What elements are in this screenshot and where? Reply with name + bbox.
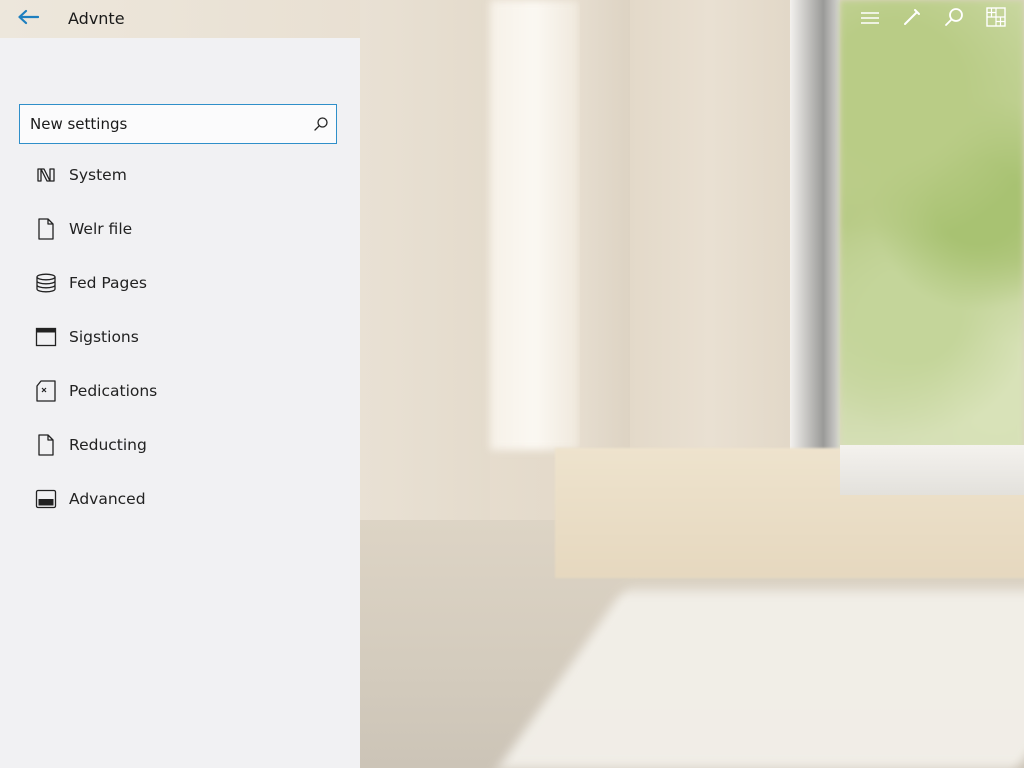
- window-icon: [34, 325, 58, 349]
- nav-item-label: Sigstions: [69, 328, 139, 346]
- system-icon: [34, 163, 58, 187]
- nav-item-system[interactable]: System: [0, 148, 360, 202]
- top-toolbar: [858, 7, 1008, 31]
- grid-button[interactable]: [984, 7, 1008, 31]
- search-box[interactable]: [19, 104, 337, 144]
- back-button[interactable]: [14, 8, 42, 30]
- list-button[interactable]: [858, 8, 882, 30]
- file-icon: [34, 217, 58, 241]
- grid-icon: [986, 7, 1006, 31]
- search-icon: [943, 7, 965, 31]
- nav-item-reducting[interactable]: Reducting: [0, 418, 360, 472]
- search-button[interactable]: [942, 8, 966, 30]
- list-icon: [860, 10, 880, 29]
- settings-panel: System Welr file Fed Pages Sigstions Ped…: [0, 38, 360, 768]
- title-bar: Advnte: [0, 0, 1024, 38]
- panel-icon: [34, 487, 58, 511]
- nav-item-label: Pedications: [69, 382, 158, 400]
- edit-button[interactable]: [900, 8, 924, 30]
- nav-item-advanced[interactable]: Advanced: [0, 472, 360, 526]
- nav-item-label: System: [69, 166, 127, 184]
- nav-item-fed-pages[interactable]: Fed Pages: [0, 256, 360, 310]
- database-icon: [34, 271, 58, 295]
- search-input[interactable]: [20, 105, 306, 143]
- document-icon: [34, 433, 58, 457]
- pencil-icon: [902, 7, 922, 31]
- back-arrow-icon: [17, 9, 40, 29]
- nav-item-label: Welr file: [69, 220, 133, 238]
- nav-item-file[interactable]: Welr file: [0, 202, 360, 256]
- nav-list: System Welr file Fed Pages Sigstions Ped…: [0, 148, 360, 526]
- nav-item-pedications[interactable]: Pedications: [0, 364, 360, 418]
- nav-item-sigstions[interactable]: Sigstions: [0, 310, 360, 364]
- tag-file-icon: [34, 379, 58, 403]
- nav-item-label: Fed Pages: [69, 274, 147, 292]
- nav-item-label: Reducting: [69, 436, 147, 454]
- nav-item-label: Advanced: [69, 490, 146, 508]
- app-title: Advnte: [68, 9, 125, 28]
- search-icon[interactable]: [306, 109, 336, 139]
